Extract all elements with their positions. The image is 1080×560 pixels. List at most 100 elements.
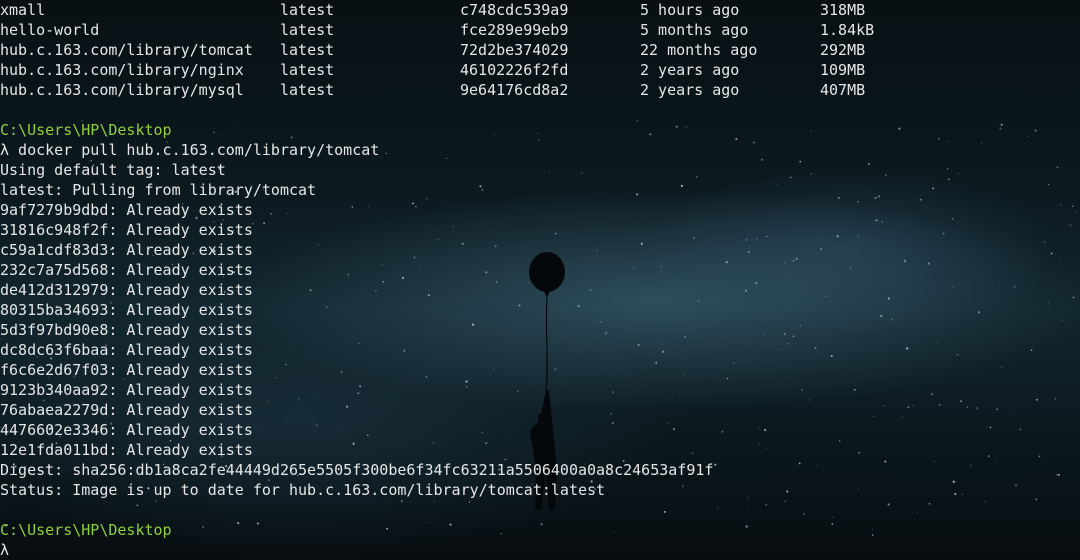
- star: [537, 436, 539, 438]
- image-tag: latest: [280, 21, 335, 39]
- star: [481, 235, 483, 237]
- star: [814, 347, 817, 349]
- star: [984, 500, 986, 503]
- star: [810, 130, 812, 132]
- star: [1035, 398, 1038, 401]
- star: [540, 523, 543, 526]
- star: [643, 384, 644, 385]
- star: [697, 300, 700, 302]
- star: [746, 376, 748, 378]
- image-id: 9e64176cd8a2: [460, 81, 569, 99]
- image-size: 318MB: [820, 1, 866, 19]
- star: [239, 126, 240, 127]
- star: [860, 442, 862, 444]
- star: [494, 161, 496, 163]
- star: [975, 407, 979, 410]
- star: [919, 198, 922, 201]
- star: [732, 362, 736, 365]
- star: [605, 331, 608, 334]
- star: [790, 176, 792, 179]
- star: [468, 501, 471, 503]
- star: [890, 318, 893, 321]
- image-repository: hub.c.163.com/library/mysql: [0, 81, 244, 99]
- star: [726, 377, 729, 380]
- star: [265, 420, 267, 422]
- star: [326, 306, 329, 309]
- star: [265, 394, 266, 396]
- star: [932, 187, 935, 190]
- image-size: 1.84kB: [820, 21, 875, 39]
- star: [495, 244, 497, 247]
- star: [357, 392, 360, 395]
- star: [375, 290, 377, 292]
- image-repository: hub.c.163.com/library/nginx: [0, 61, 244, 79]
- star: [885, 174, 887, 176]
- star: [534, 143, 536, 144]
- star: [857, 235, 859, 238]
- layer-status-line: 9af7279b9dbd: Already exists: [0, 201, 253, 219]
- star: [719, 212, 721, 214]
- star: [761, 158, 764, 161]
- star: [877, 195, 881, 198]
- star: [684, 374, 686, 375]
- star: [533, 170, 535, 172]
- star: [820, 355, 822, 356]
- image-created: 22 months ago: [640, 41, 758, 59]
- default-tag-message: Using default tag: latest: [0, 161, 226, 179]
- star: [1019, 428, 1022, 431]
- star: [428, 294, 429, 296]
- star: [759, 443, 761, 445]
- star: [1072, 296, 1075, 299]
- star: [616, 187, 618, 189]
- star: [721, 430, 724, 433]
- star: [401, 276, 405, 280]
- star: [425, 375, 428, 378]
- star: [901, 416, 904, 419]
- star: [780, 349, 782, 351]
- star: [1059, 260, 1061, 262]
- star: [887, 297, 890, 300]
- star: [558, 280, 560, 282]
- star: [998, 284, 1000, 286]
- star: [978, 276, 980, 278]
- image-created: 2 years ago: [640, 61, 740, 79]
- star: [596, 250, 598, 252]
- star: [1055, 474, 1057, 476]
- star: [1029, 150, 1031, 151]
- star: [382, 264, 384, 266]
- star: [495, 281, 498, 283]
- star: [981, 142, 983, 144]
- star: [604, 333, 607, 335]
- star: [493, 368, 495, 370]
- star: [1047, 301, 1050, 303]
- star: [713, 162, 715, 164]
- star: [952, 218, 954, 220]
- star: [1056, 166, 1059, 169]
- image-id: c748cdc539a9: [460, 1, 569, 19]
- star: [655, 361, 658, 364]
- star: [725, 261, 728, 264]
- star: [938, 137, 940, 140]
- pulling-message: latest: Pulling from library/tomcat: [0, 181, 317, 199]
- star: [481, 188, 484, 191]
- star: [612, 390, 615, 394]
- star: [766, 448, 768, 449]
- star: [832, 516, 834, 518]
- star: [952, 480, 955, 483]
- star: [427, 294, 430, 297]
- star: [385, 152, 388, 154]
- star: [747, 507, 749, 509]
- star: [1043, 240, 1046, 244]
- image-size: 109MB: [820, 61, 866, 79]
- star: [529, 282, 531, 284]
- star: [375, 252, 377, 254]
- star: [792, 335, 795, 338]
- star: [602, 369, 603, 370]
- star: [227, 521, 229, 523]
- star: [1035, 498, 1038, 501]
- star: [799, 324, 802, 327]
- star: [873, 416, 875, 418]
- star: [452, 225, 455, 228]
- star: [849, 267, 852, 269]
- terminal-window[interactable]: xmall latest c748cdc539a9 5 hours ago 318MB h…: [0, 0, 1080, 560]
